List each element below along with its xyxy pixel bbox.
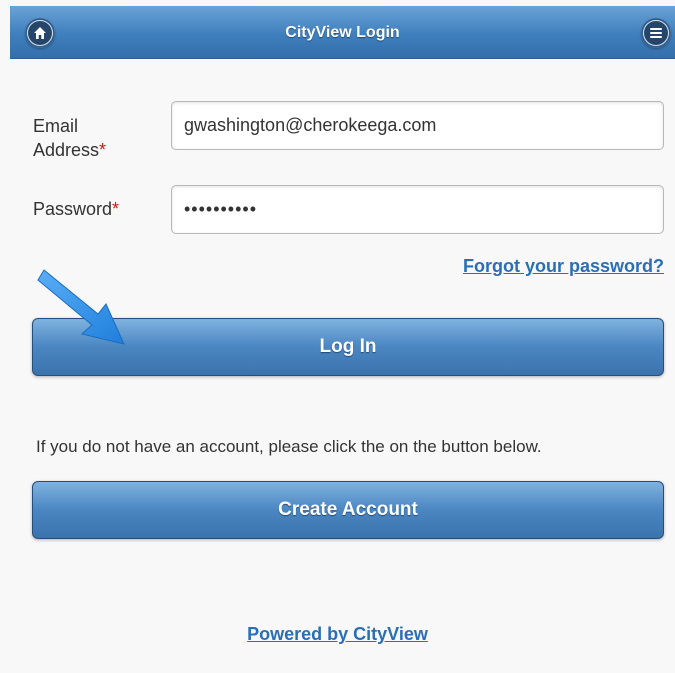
menu-icon — [644, 21, 668, 45]
header-bar: CityView Login — [10, 6, 675, 59]
create-account-button[interactable]: Create Account — [32, 481, 664, 539]
home-button[interactable] — [25, 18, 55, 48]
annotation-arrow-icon — [37, 269, 125, 345]
home-icon — [28, 21, 52, 45]
email-required-marker: * — [99, 140, 107, 160]
email-field[interactable] — [171, 101, 664, 150]
menu-button[interactable] — [641, 18, 671, 48]
forgot-password-link[interactable]: Forgot your password? — [463, 256, 664, 277]
powered-by-link[interactable]: Powered by CityView — [0, 624, 675, 645]
password-label-text: Password — [33, 199, 113, 219]
password-required-marker: * — [112, 199, 120, 219]
password-label: Password* — [33, 197, 153, 221]
signup-info-text: If you do not have an account, please cl… — [36, 437, 542, 456]
password-field[interactable] — [171, 185, 664, 234]
page-title: CityView Login — [285, 24, 400, 41]
email-label-text: Email Address — [33, 116, 100, 160]
email-label: Email Address* — [33, 114, 153, 162]
login-page: CityView Login Email Address* Password* … — [0, 0, 675, 673]
